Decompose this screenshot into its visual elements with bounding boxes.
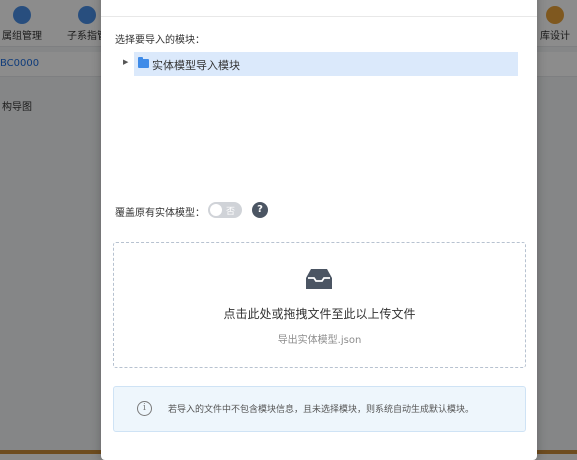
toggle-knob <box>210 204 222 216</box>
dialog-header-divider <box>101 16 537 17</box>
caret-right-icon[interactable]: ▶ <box>123 58 128 66</box>
import-dialog: 选择要导入的模块： ▶ 实体模型导入模块 覆盖原有实体模型： 否 ? 点击此处或… <box>101 0 537 460</box>
overwrite-toggle[interactable]: 否 <box>208 202 242 218</box>
info-alert: i 若导入的文件中不包含模块信息，且未选择模块，则系统自动生成默认模块。 <box>113 386 526 432</box>
toggle-text: 否 <box>226 207 236 217</box>
module-tree: ▶ 实体模型导入模块 <box>114 52 518 76</box>
module-select-label: 选择要导入的模块： <box>115 35 205 46</box>
info-icon: i <box>137 401 152 416</box>
upload-dropzone[interactable]: 点击此处或拖拽文件至此以上传文件 导出实体模型.json <box>113 242 526 368</box>
alert-text: 若导入的文件中不包含模块信息，且未选择模块，则系统自动生成默认模块。 <box>168 405 475 415</box>
upload-title: 点击此处或拖拽文件至此以上传文件 <box>223 307 416 321</box>
upload-filename-hint: 导出实体模型.json <box>277 335 362 346</box>
inbox-icon <box>306 269 332 289</box>
folder-icon <box>138 57 149 68</box>
overwrite-label: 覆盖原有实体模型： <box>115 208 205 219</box>
tree-node-label: 实体模型导入模块 <box>152 59 240 72</box>
help-icon[interactable]: ? <box>252 202 268 218</box>
tree-node-entity-import[interactable]: 实体模型导入模块 <box>134 52 518 76</box>
